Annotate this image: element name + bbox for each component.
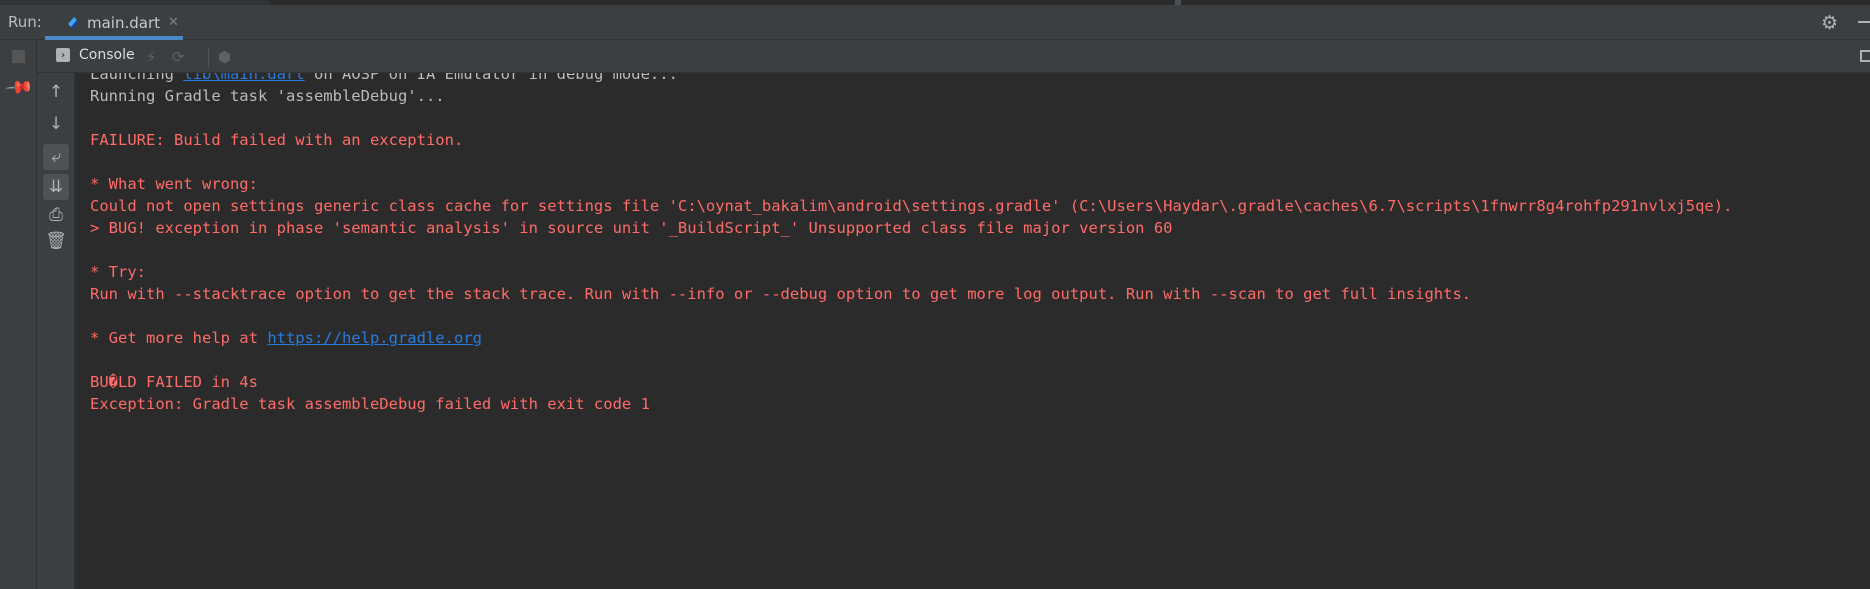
stop-icon[interactable]: [12, 50, 25, 63]
up-arrow-icon[interactable]: ↑: [43, 79, 69, 105]
console-label: Console: [79, 47, 135, 63]
print-icon[interactable]: ⎙: [43, 202, 69, 228]
console-line-failure: FAILURE: Build failed with an exception.: [90, 131, 464, 149]
console-line-exception: Exception: Gradle task assembleDebug fai…: [90, 395, 650, 413]
console-toolbar: › Console ⚡ ⟳ ⬢: [0, 40, 1870, 73]
run-tool-window-header: Run: main.dart ✕ ⚙: [0, 5, 1870, 40]
scroll-to-end-icon[interactable]: ⇊: [43, 174, 69, 200]
console-actions-strip: ↑ ↓ ⤶ ⇊ ⎙ 🗑: [37, 73, 75, 589]
hot-reload-icon[interactable]: ⚡: [146, 48, 157, 66]
toolbar-separator: [208, 47, 209, 67]
console-line-help: * Get more help at https://help.gradle.o…: [90, 329, 482, 347]
devtools-icon[interactable]: ⬢: [218, 48, 231, 66]
hot-restart-icon[interactable]: ⟳: [172, 48, 185, 66]
run-label: Run:: [8, 13, 42, 31]
main-dart-link[interactable]: lib\main.dart: [183, 73, 304, 83]
run-actions-strip: 📌: [0, 40, 37, 589]
dart-icon: [68, 16, 78, 28]
soft-wrap-icon[interactable]: ⤶: [43, 144, 69, 170]
pin-icon[interactable]: 📌: [4, 72, 35, 102]
down-arrow-icon[interactable]: ↓: [43, 111, 69, 137]
console-output[interactable]: Launching lib\main.dart on AOSP on IA Em…: [75, 73, 1870, 589]
layout-icon[interactable]: [1860, 50, 1870, 62]
close-icon[interactable]: ✕: [168, 15, 179, 30]
tab-console[interactable]: › Console: [56, 47, 135, 63]
trash-icon[interactable]: 🗑: [43, 228, 69, 254]
tab-main-dart[interactable]: main.dart ✕: [45, 5, 183, 40]
console-line-bug: > BUG! exception in phase 'semantic anal…: [90, 219, 1173, 237]
gradle-help-link[interactable]: https://help.gradle.org: [267, 329, 482, 347]
tab-label: main.dart: [87, 13, 161, 32]
gear-icon[interactable]: ⚙: [1821, 12, 1838, 34]
console-line-run-with: Run with --stacktrace option to get the …: [90, 285, 1472, 303]
minimize-icon[interactable]: [1858, 21, 1870, 23]
console-icon: ›: [56, 48, 70, 62]
console-line-gradle: Running Gradle task 'assembleDebug'...: [90, 87, 445, 105]
